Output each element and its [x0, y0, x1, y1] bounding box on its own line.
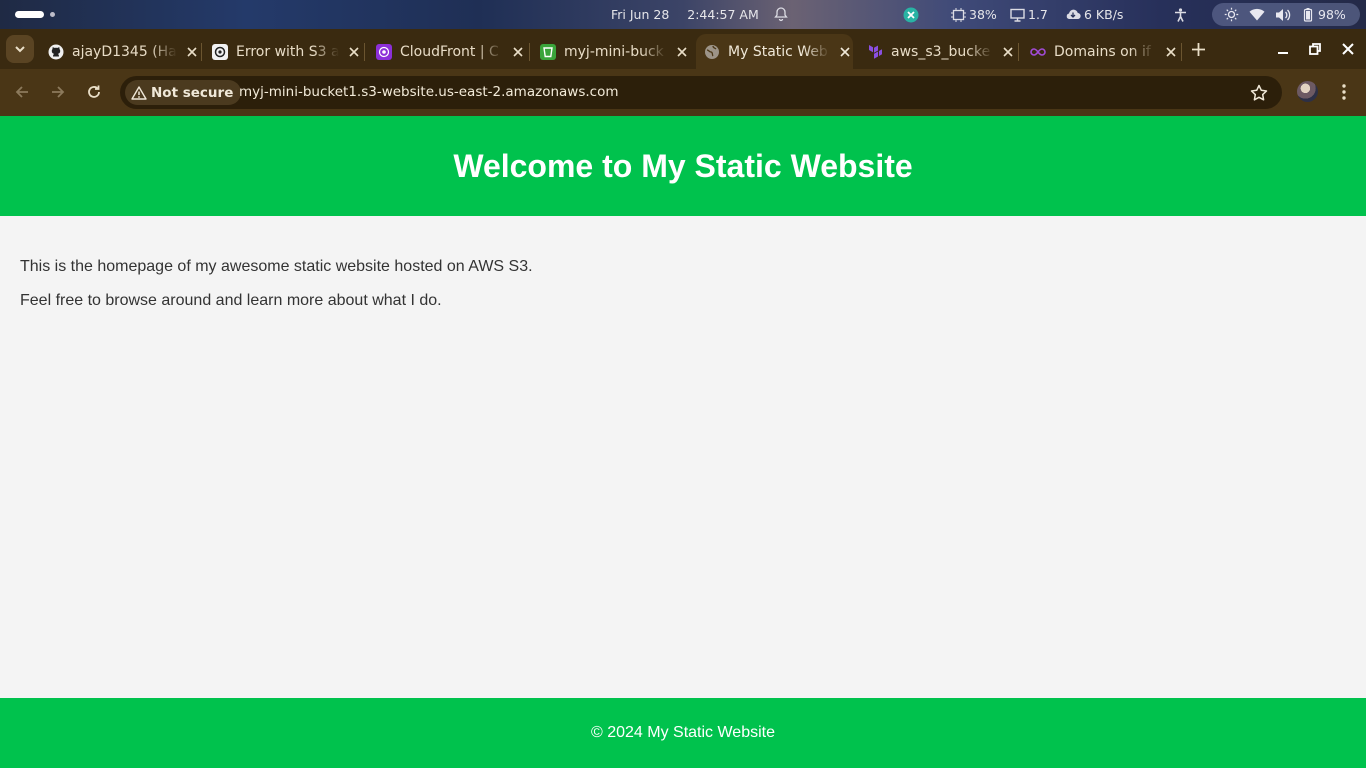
page-main-content: This is the homepage of my awesome stati… — [20, 250, 533, 318]
monitor-icon — [1010, 8, 1025, 22]
tab-chatgpt[interactable]: Error with S3 a — [204, 34, 362, 69]
system-time: 2:44:57 AM — [687, 7, 759, 22]
tab-cloudfront[interactable]: CloudFront | C — [368, 34, 526, 69]
close-window-button[interactable] — [1340, 41, 1356, 57]
tab-separator — [529, 43, 530, 61]
security-indicator[interactable]: Not secure — [125, 80, 242, 105]
network-monitor[interactable]: 6 KB/s — [1065, 6, 1123, 23]
tab-title: CloudFront | C — [400, 43, 499, 60]
reload-icon — [88, 85, 100, 98]
cpu-monitor[interactable]: 38% — [951, 6, 997, 23]
tab-close-icon[interactable] — [838, 44, 853, 60]
page-footer: © 2024 My Static Website — [0, 698, 1366, 768]
cpu-value: 38% — [969, 7, 997, 22]
tab-separator — [201, 43, 202, 61]
battery-value: 98% — [1318, 7, 1346, 22]
accessibility-icon — [1175, 7, 1186, 22]
browser-tab-strip: ajayD1345 (Ha Error with S3 a CloudFront… — [0, 29, 1366, 69]
page-title: Welcome to My Static Website — [453, 147, 913, 184]
kebab-menu-icon — [1342, 84, 1346, 100]
workspace-indicator[interactable] — [50, 12, 55, 17]
cloud-download-icon — [1066, 9, 1081, 20]
arrow-right-icon — [52, 86, 65, 98]
reload-button[interactable] — [83, 81, 105, 103]
github-icon — [48, 44, 64, 60]
system-date: Fri Jun 28 — [611, 7, 670, 22]
workspace-indicator-active[interactable] — [15, 11, 44, 18]
infinityfree-icon — [1030, 44, 1046, 60]
warning-icon — [131, 85, 147, 100]
cpu-icon — [951, 7, 966, 22]
tab-close-icon[interactable] — [675, 44, 690, 60]
tab-terraform[interactable]: aws_s3_bucke — [859, 34, 1016, 69]
tab-github[interactable]: ajayD1345 (Ha — [40, 34, 200, 69]
tab-title: myj-mini-buck — [564, 43, 664, 60]
minimize-icon — [1278, 52, 1288, 54]
load-monitor[interactable]: 1.7 — [1010, 6, 1048, 23]
browser-menu-button[interactable] — [1335, 81, 1353, 103]
system-status-menu[interactable]: 98% — [1212, 3, 1360, 26]
restore-button[interactable] — [1307, 41, 1323, 57]
load-value: 1.7 — [1028, 7, 1048, 22]
tab-close-icon[interactable] — [1001, 44, 1016, 60]
wifi-icon — [1249, 8, 1265, 21]
profile-avatar[interactable] — [1297, 81, 1318, 102]
bookmark-star-icon[interactable] — [1250, 84, 1268, 102]
security-label: Not secure — [151, 84, 234, 101]
tab-s3-bucket[interactable]: myj-mini-buck — [532, 34, 690, 69]
tab-separator — [1181, 43, 1182, 61]
chatgpt-icon — [212, 43, 228, 60]
battery-status: 98% — [1301, 7, 1346, 22]
accessibility-menu[interactable] — [1174, 6, 1187, 23]
browse-paragraph: Feel free to browse around and learn mor… — [20, 292, 442, 309]
address-bar[interactable]: Not secure myj-mini-bucket1.s3-website.u… — [120, 76, 1282, 109]
tab-close-icon[interactable] — [185, 44, 200, 60]
tab-my-static-website[interactable]: My Static Web — [696, 34, 853, 69]
tab-title: Error with S3 a — [236, 43, 339, 60]
arrow-left-icon — [15, 86, 28, 98]
page-header: Welcome to My Static Website — [0, 116, 1366, 216]
tab-separator — [364, 43, 365, 61]
globe-icon — [704, 44, 720, 60]
web-page: Welcome to My Static Website This is the… — [0, 116, 1366, 768]
footer-copyright: © 2024 My Static Website — [590, 724, 775, 741]
browser-toolbar: Not secure myj-mini-bucket1.s3-website.u… — [0, 69, 1366, 116]
terraform-icon — [867, 44, 883, 60]
tab-title: My Static Web — [728, 43, 828, 60]
app-indicator-icon — [903, 7, 919, 22]
tab-separator — [1018, 43, 1019, 61]
s3-bucket-icon — [540, 43, 556, 60]
tab-title: ajayD1345 (Ha — [72, 43, 177, 60]
tab-close-icon[interactable] — [347, 44, 362, 60]
new-tab-button[interactable] — [1188, 39, 1208, 59]
notification-bell-icon[interactable] — [773, 6, 789, 22]
app-indicator[interactable] — [903, 6, 919, 23]
intro-paragraph: This is the homepage of my awesome stati… — [20, 258, 533, 275]
tab-close-icon[interactable] — [511, 44, 526, 60]
network-value: 6 KB/s — [1084, 7, 1124, 22]
tab-infinityfree[interactable]: Domains on if — [1022, 34, 1178, 69]
tab-search-button[interactable] — [6, 35, 34, 63]
minimize-button[interactable] — [1275, 41, 1291, 57]
tab-title: aws_s3_bucke — [891, 43, 991, 60]
battery-icon — [1303, 7, 1313, 22]
tab-close-icon[interactable] — [1163, 44, 1178, 60]
brightness-icon — [1224, 7, 1239, 22]
forward-button[interactable] — [47, 81, 69, 103]
chevron-down-icon — [15, 46, 25, 53]
system-top-bar: Fri Jun 28 2:44:57 AM 38% 1.7 6 KB/s 98% — [0, 0, 1366, 29]
cloudfront-icon — [376, 43, 392, 60]
restore-icon — [1309, 43, 1321, 55]
plus-icon — [1191, 42, 1205, 56]
tab-title: Domains on if — [1054, 43, 1151, 60]
system-clock[interactable]: Fri Jun 28 2:44:57 AM — [611, 7, 773, 22]
url-text[interactable]: myj-mini-bucket1.s3-website.us-east-2.am… — [239, 84, 618, 100]
volume-icon — [1276, 8, 1291, 21]
back-button[interactable] — [11, 81, 33, 103]
close-icon — [1342, 43, 1354, 55]
